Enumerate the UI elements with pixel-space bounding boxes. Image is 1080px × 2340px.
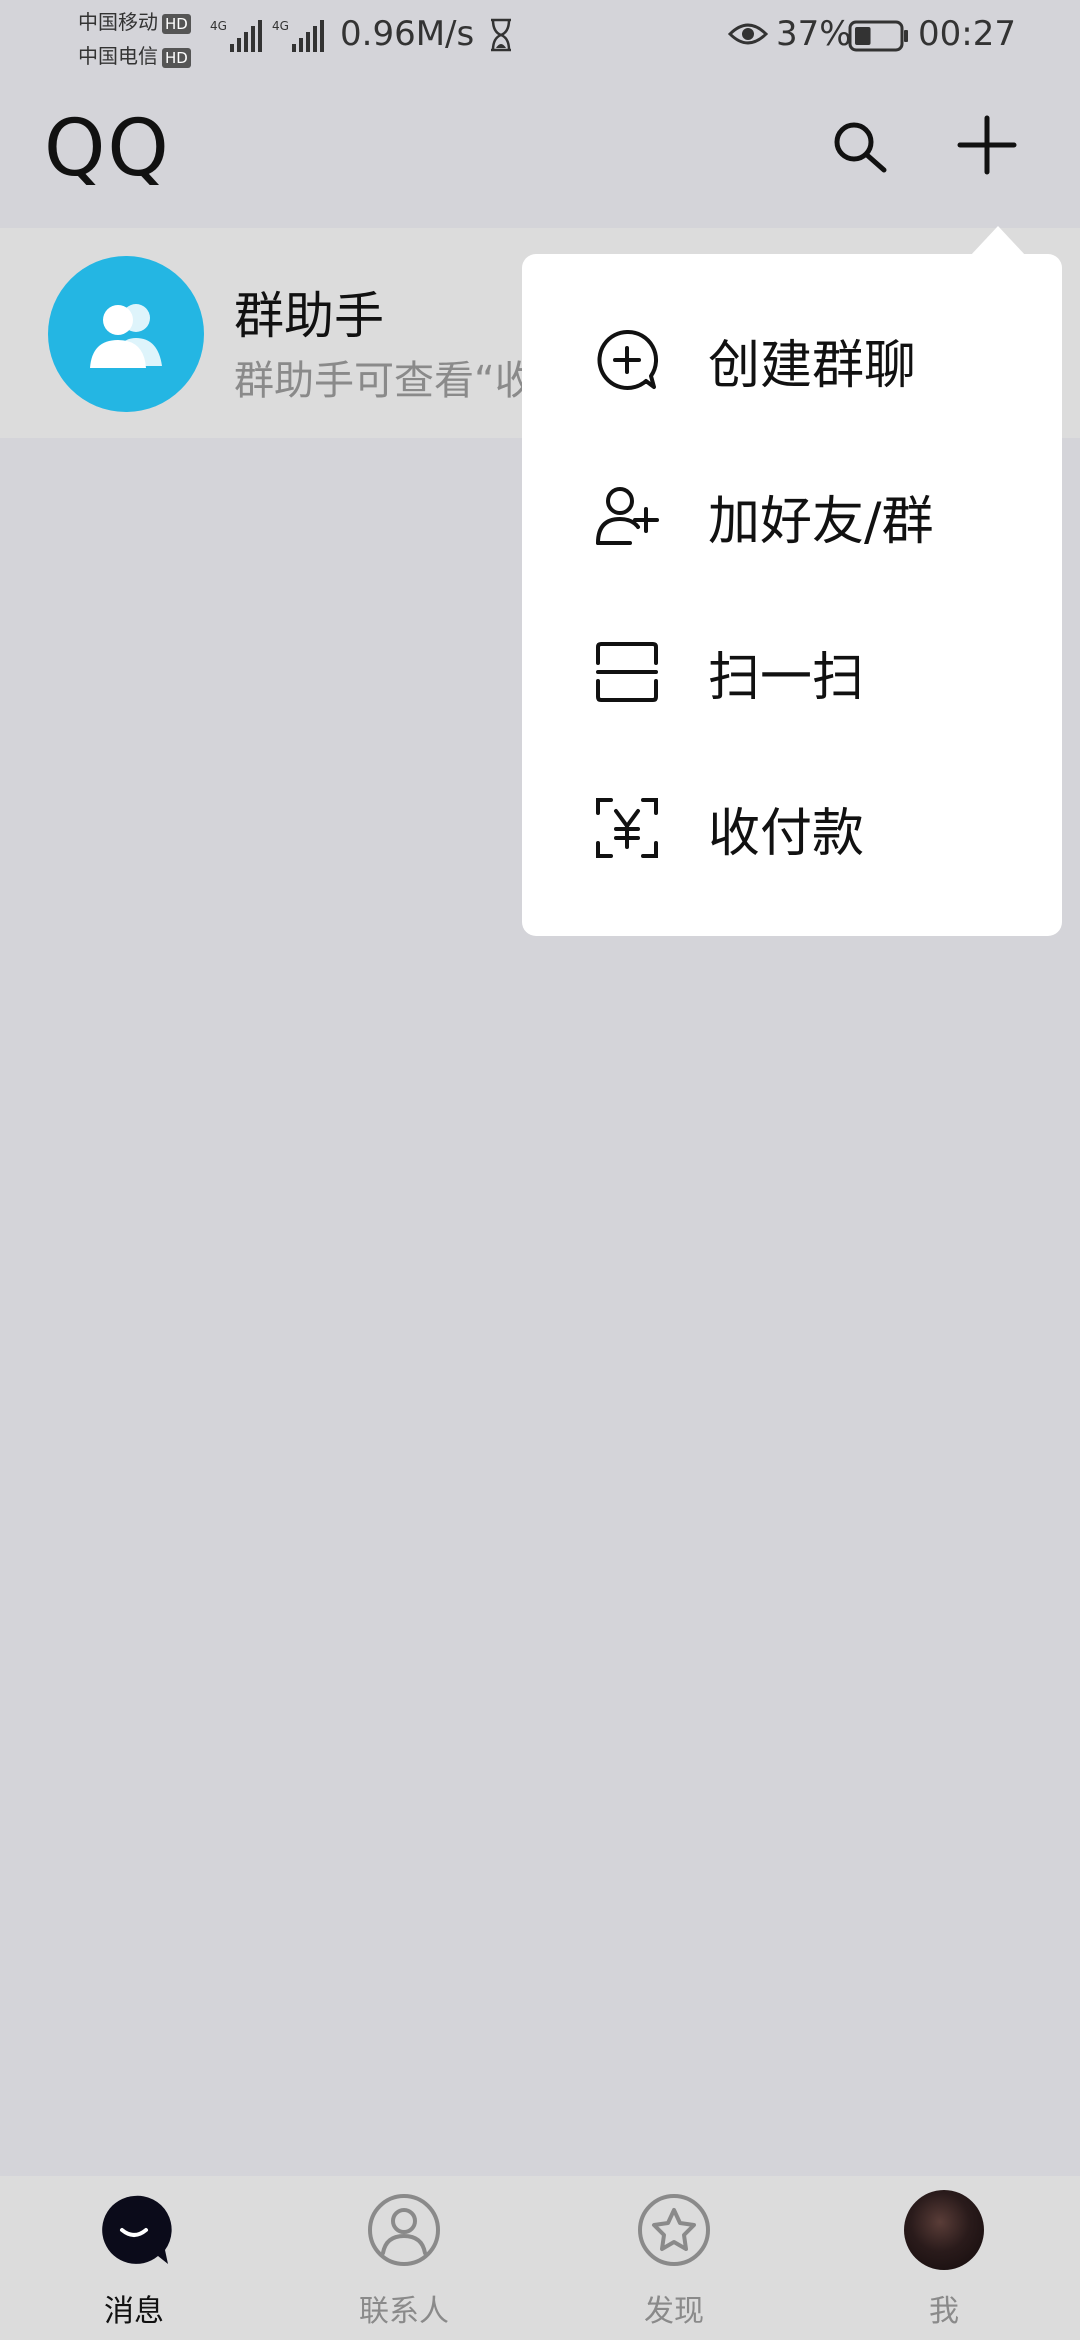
menu-item-add-friend-group[interactable]: 加好友/群 <box>522 438 1062 594</box>
battery-percent: 37% <box>776 14 852 54</box>
menu-item-scan[interactable]: 扫一扫 <box>522 594 1062 750</box>
hourglass-icon <box>491 18 511 52</box>
nav-label: 消息 <box>104 2294 164 2329</box>
group-people-icon <box>90 304 162 368</box>
eye-icon <box>728 23 768 45</box>
carrier-label-secondary: 中国电信 HD <box>78 40 191 69</box>
search-button[interactable] <box>828 116 892 180</box>
carrier-1-text: 中国移动 <box>78 10 158 34</box>
menu-item-label: 加好友/群 <box>708 491 934 552</box>
battery-fill <box>855 27 871 45</box>
menu-item-payment[interactable]: 收付款 <box>522 750 1062 906</box>
payment-icon <box>596 798 658 858</box>
app-title: QQ <box>44 104 171 194</box>
popup-arrow <box>970 226 1026 256</box>
discover-star-icon <box>638 2194 710 2266</box>
bottom-navigation: 消息 联系人 发现 我 <box>0 2176 1080 2340</box>
carrier-label-primary: 中国移动 HD <box>78 6 191 35</box>
nav-tab-discover[interactable]: 发现 <box>574 2192 774 2332</box>
hd-badge: HD <box>162 13 191 34</box>
network-type-label: 4G <box>210 19 227 33</box>
nav-tab-messages[interactable]: 消息 <box>34 2192 234 2332</box>
add-friend-icon <box>596 487 659 545</box>
scan-icon <box>596 642 658 702</box>
carrier-2-text: 中国电信 <box>78 44 158 68</box>
status-bar: 中国移动 HD 中国电信 HD 4G 4G 0.96M/s 37% 00:27 <box>0 0 1080 72</box>
signal-icon: 4G <box>210 19 262 52</box>
message-icon <box>102 2195 172 2264</box>
nav-label: 联系人 <box>359 2294 449 2329</box>
nav-label: 我 <box>929 2294 959 2329</box>
battery-icon <box>848 20 908 52</box>
create-group-chat-icon <box>597 329 659 390</box>
add-popup-menu: 创建群聊 加好友/群 扫一扫 收付款 <box>522 254 1062 936</box>
network-speed: 0.96M/s <box>340 14 475 54</box>
network-type-label: 4G <box>272 19 289 33</box>
signal-icon: 4G <box>272 19 324 52</box>
search-icon <box>834 122 887 173</box>
avatar <box>904 2190 984 2270</box>
add-button[interactable] <box>954 112 1020 178</box>
conversation-title: 群助手 <box>234 287 384 345</box>
contacts-icon <box>368 2194 440 2266</box>
hd-badge: HD <box>162 47 191 68</box>
menu-item-create-group-chat[interactable]: 创建群聊 <box>522 282 1062 438</box>
conversation-avatar <box>48 256 204 412</box>
nav-label: 发现 <box>644 2294 704 2329</box>
menu-item-label: 收付款 <box>708 803 865 864</box>
menu-item-label: 创建群聊 <box>708 335 917 396</box>
menu-item-label: 扫一扫 <box>708 647 865 708</box>
plus-icon <box>957 115 1017 175</box>
nav-tab-me[interactable]: 我 <box>844 2190 1044 2332</box>
nav-tab-contacts[interactable]: 联系人 <box>304 2192 504 2332</box>
clock: 00:27 <box>918 14 1016 54</box>
conversation-preview: 群助手可查看“收 <box>234 358 534 404</box>
